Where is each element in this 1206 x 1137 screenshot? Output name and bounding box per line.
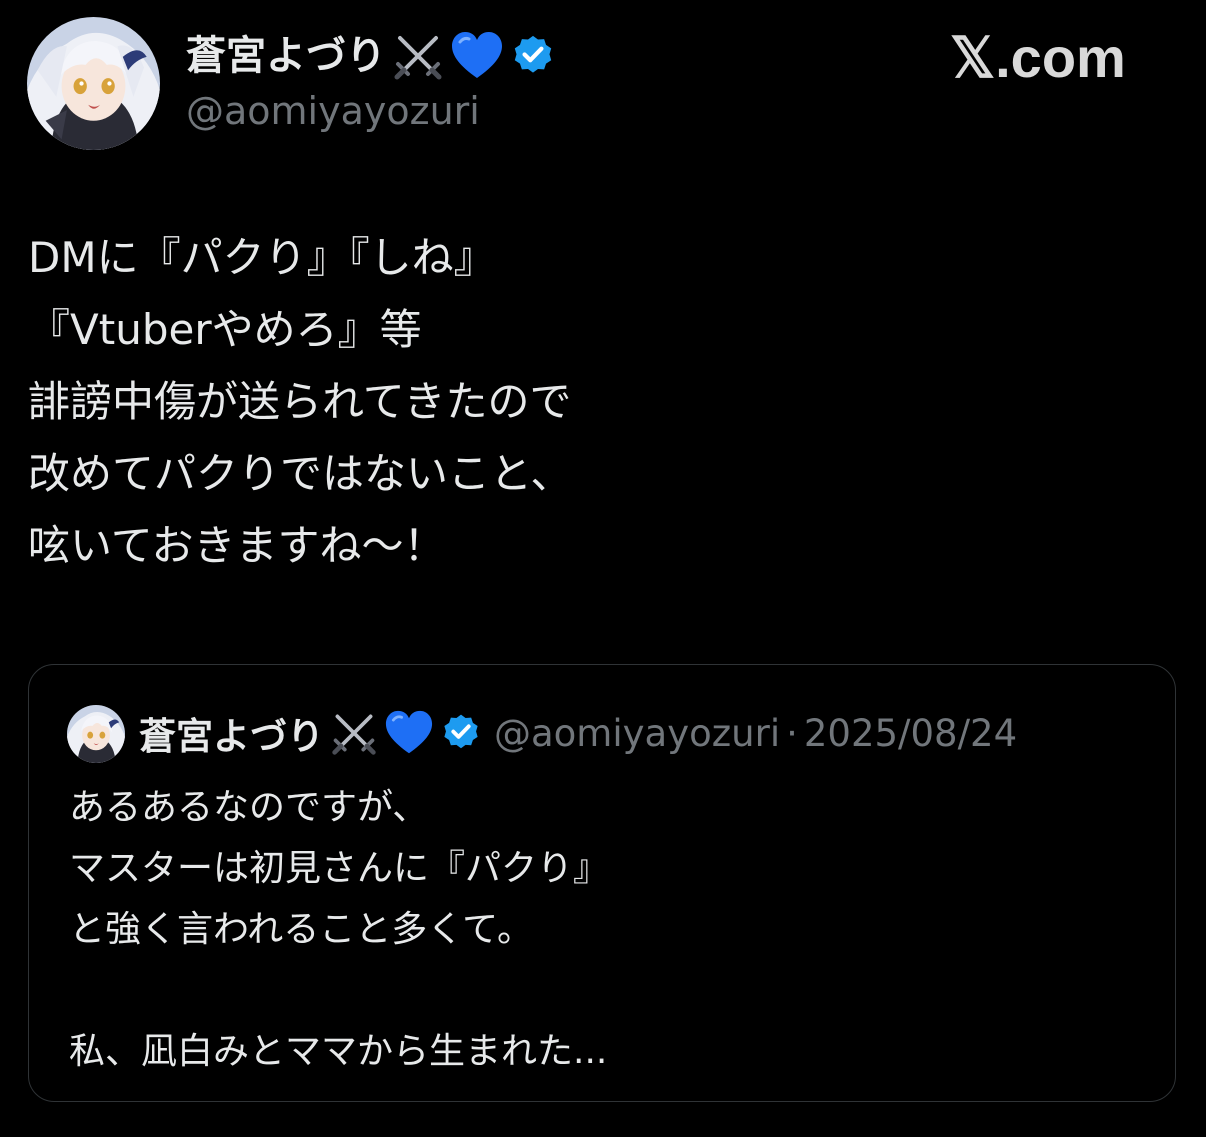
tweet-line: 誹謗中傷が送られてきたので: [28, 377, 572, 426]
tweet-line: DMに『パクり』『しね』: [28, 233, 496, 282]
verified-badge-icon: [510, 33, 556, 79]
verified-badge-icon: [440, 712, 482, 754]
quoted-line: と強く言われること多くて。: [69, 909, 534, 950]
quoted-author-name: 蒼宮よづり: [139, 715, 324, 758]
separator-dot: ·: [786, 711, 798, 755]
quoted-line: マスターは初見さんに『パクり』: [69, 848, 610, 889]
tweet-line: 改めてパクりではないこと、: [28, 449, 573, 498]
x-logo: 𝕏.com: [950, 26, 1126, 90]
quoted-tweet-text: あるあるなのですが、 マスターは初見さんに『パクり』 と強く言われること多くて。…: [69, 777, 1149, 1082]
blue-heart-icon: [384, 709, 434, 757]
author-name-row: 蒼宮よづり: [186, 26, 556, 86]
x-logo-text: 𝕏.com: [950, 26, 1126, 89]
quoted-author-handle: @aomiyayozuri: [494, 711, 781, 755]
quoted-tweet-card[interactable]: 蒼宮よづり @aomiyayozuri · 2025/08/24 あるあるなので…: [28, 664, 1176, 1102]
crossed-swords-icon: [330, 709, 378, 757]
quoted-tweet-header: 蒼宮よづり @aomiyayozuri · 2025/08/24: [139, 703, 1017, 763]
tweet-line: 『Vtuberやめろ』等: [28, 305, 422, 354]
quoted-line: あるあるなのですが、: [69, 787, 429, 828]
tweet-line: 呟いておきますね〜！: [28, 521, 446, 570]
avatar-image: [27, 17, 160, 150]
author-display-name[interactable]: 蒼宮よづり: [186, 26, 386, 86]
avatar-image: [67, 705, 125, 763]
quoted-tweet-date: 2025/08/24: [803, 711, 1018, 755]
blue-heart-icon: [450, 30, 504, 82]
tweet-text: DMに『パクり』『しね』 『Vtuberやめろ』等 誹謗中傷が送られてきたので …: [28, 222, 1178, 582]
quoted-line: 私、凪白みとママから生まれた...: [69, 1031, 608, 1072]
author-handle[interactable]: @aomiyayozuri: [186, 86, 480, 136]
crossed-swords-icon: [392, 30, 444, 82]
author-avatar[interactable]: [27, 17, 160, 150]
quoted-line: [69, 960, 1149, 1021]
quoted-author-avatar: [67, 705, 125, 763]
